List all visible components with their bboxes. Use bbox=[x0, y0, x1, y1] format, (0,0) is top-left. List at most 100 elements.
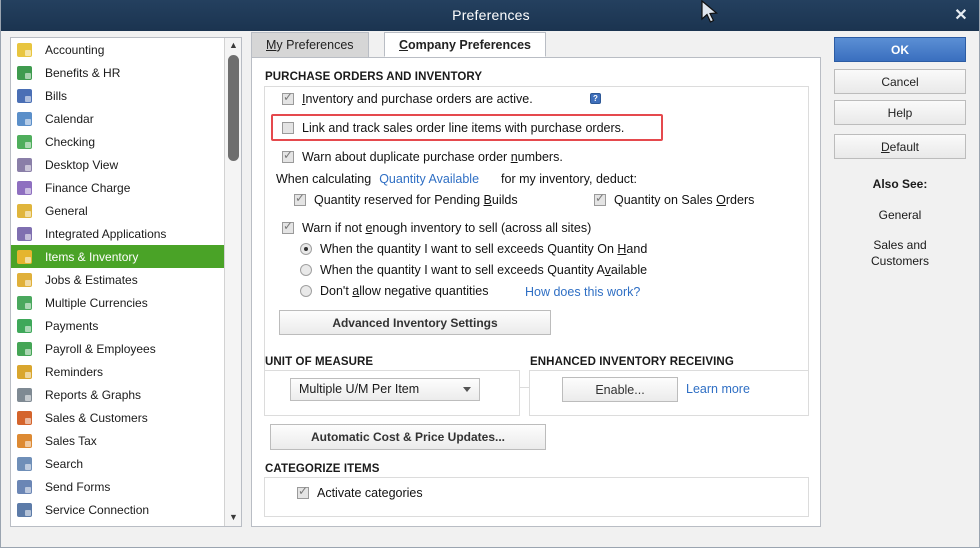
link-track-checkbox[interactable] bbox=[282, 122, 294, 134]
sidebar-item-label: Integrated Applications bbox=[45, 227, 166, 241]
sidebar-item-search[interactable]: Search bbox=[11, 452, 225, 475]
radio-no-negative[interactable] bbox=[300, 285, 312, 297]
advanced-inventory-settings-button[interactable]: Advanced Inventory Settings bbox=[279, 310, 551, 335]
sidebar-item-reminders[interactable]: Reminders bbox=[11, 360, 225, 383]
sidebar-item-label: Send Forms bbox=[45, 480, 110, 494]
default-button[interactable]: Default bbox=[834, 134, 966, 159]
link-track-row[interactable]: Link and track sales order line items wi… bbox=[282, 121, 624, 135]
also-see-link-sales-and[interactable]: Sales and bbox=[834, 238, 966, 252]
also-see-link-customers[interactable]: Customers bbox=[834, 254, 966, 268]
sidebar-item-general[interactable]: General bbox=[11, 199, 225, 222]
sidebar-item-benefits-hr[interactable]: Benefits & HR bbox=[11, 61, 225, 84]
help-button[interactable]: Help bbox=[834, 100, 966, 125]
scroll-up-icon[interactable]: ▲ bbox=[227, 39, 240, 52]
calendar-icon bbox=[17, 112, 32, 126]
sidebar-item-reports-graphs[interactable]: Reports & Graphs bbox=[11, 383, 225, 406]
automatic-cost-price-updates-button[interactable]: Automatic Cost & Price Updates... bbox=[270, 424, 546, 450]
purchase-orders-heading: PURCHASE ORDERS AND INVENTORY bbox=[265, 71, 482, 83]
tab-company-preferences[interactable]: Company Preferences bbox=[384, 32, 546, 57]
bills-icon bbox=[17, 89, 32, 103]
sidebar-item-integrated-applications[interactable]: Integrated Applications bbox=[11, 222, 225, 245]
inventory-active-row[interactable]: Inventory and purchase orders are active… bbox=[282, 92, 533, 106]
preferences-sidebar: Accounting Benefits & HR Bills Calendar Chec… bbox=[10, 37, 242, 527]
qty-pending-builds-row[interactable]: Quantity reserved for Pending Builds bbox=[294, 193, 518, 207]
tab-company-preferences-label: ompany Preferences bbox=[408, 38, 531, 52]
warn-duplicate-checkbox[interactable] bbox=[282, 151, 294, 163]
quantity-available-link[interactable]: Quantity Available bbox=[379, 172, 479, 186]
sales-tax-icon bbox=[17, 434, 32, 448]
activate-categories-checkbox[interactable] bbox=[297, 487, 309, 499]
sidebar-item-multiple-currencies[interactable]: Multiple Currencies bbox=[11, 291, 225, 314]
sidebar-scrollbar[interactable]: ▲ ▼ bbox=[224, 38, 241, 526]
tab-my-preferences[interactable]: My Preferences bbox=[251, 32, 369, 57]
mouse-cursor-icon bbox=[701, 0, 719, 26]
sidebar-item-label: Reports & Graphs bbox=[45, 388, 141, 402]
sidebar-item-bills[interactable]: Bills bbox=[11, 84, 225, 107]
ok-button[interactable]: OK bbox=[834, 37, 966, 62]
multiple-currencies-icon bbox=[17, 296, 32, 310]
sidebar-item-calendar[interactable]: Calendar bbox=[11, 107, 225, 130]
window-title: Preferences bbox=[1, 7, 980, 23]
sidebar-item-label: Calendar bbox=[45, 112, 94, 126]
inventory-active-checkbox[interactable] bbox=[282, 93, 294, 105]
sidebar-item-label: Payments bbox=[45, 319, 98, 333]
sidebar-item-label: Sales Tax bbox=[45, 434, 97, 448]
radio-on-hand-label: When the quantity I want to sell exceeds… bbox=[320, 242, 647, 256]
sidebar-item-send-forms[interactable]: Send Forms bbox=[11, 475, 225, 498]
warn-not-enough-row[interactable]: Warn if not enough inventory to sell (ac… bbox=[282, 221, 591, 235]
checking-icon bbox=[17, 135, 32, 149]
sidebar-item-payroll-employees[interactable]: Payroll & Employees bbox=[11, 337, 225, 360]
preferences-window: Preferences ✕ Accounting Benefits & HR Bil… bbox=[0, 0, 980, 548]
sidebar-item-sales-customers[interactable]: Sales & Customers bbox=[11, 406, 225, 429]
sidebar-item-label: Accounting bbox=[45, 43, 104, 57]
sidebar-item-label: Service Connection bbox=[45, 503, 149, 517]
sidebar-item-label: General bbox=[45, 204, 88, 218]
cancel-button[interactable]: Cancel bbox=[834, 69, 966, 94]
sales-customers-icon bbox=[17, 411, 32, 425]
company-preferences-panel: PURCHASE ORDERS AND INVENTORY Inventory … bbox=[251, 57, 821, 527]
warn-not-enough-checkbox[interactable] bbox=[282, 222, 294, 234]
payroll-employees-icon bbox=[17, 342, 32, 356]
radio-available[interactable] bbox=[300, 264, 312, 276]
qty-pending-builds-checkbox[interactable] bbox=[294, 194, 306, 206]
radio-no-negative-label: Don't allow negative quantities bbox=[320, 284, 488, 298]
sidebar-item-checking[interactable]: Checking bbox=[11, 130, 225, 153]
sidebar-item-label: Sales & Customers bbox=[45, 411, 148, 425]
unit-of-measure-select[interactable]: Multiple U/M Per Item bbox=[290, 378, 480, 401]
learn-more-link[interactable]: Learn more bbox=[686, 382, 750, 396]
warn-duplicate-row[interactable]: Warn about duplicate purchase order numb… bbox=[282, 150, 563, 164]
send-forms-icon bbox=[17, 480, 32, 494]
qty-sales-orders-checkbox[interactable] bbox=[594, 194, 606, 206]
sidebar-list[interactable]: Accounting Benefits & HR Bills Calendar Chec… bbox=[11, 38, 225, 526]
qty-sales-orders-label: Quantity on Sales Orders bbox=[614, 193, 754, 207]
when-calculating-post: for my inventory, deduct: bbox=[501, 172, 637, 186]
radio-available-row[interactable]: When the quantity I want to sell exceeds… bbox=[300, 263, 647, 277]
sidebar-item-label: Checking bbox=[45, 135, 95, 149]
desktop-view-icon bbox=[17, 158, 32, 172]
help-icon[interactable]: ? bbox=[590, 93, 601, 104]
activate-categories-row[interactable]: Activate categories bbox=[297, 486, 423, 500]
warn-duplicate-label: Warn about duplicate purchase order numb… bbox=[302, 150, 563, 164]
sidebar-item-finance-charge[interactable]: Finance Charge bbox=[11, 176, 225, 199]
scroll-down-icon[interactable]: ▼ bbox=[227, 511, 240, 524]
sidebar-item-service-connection[interactable]: Service Connection bbox=[11, 498, 225, 521]
tab-my-preferences-accel: M bbox=[266, 38, 276, 52]
qty-sales-orders-row[interactable]: Quantity on Sales Orders bbox=[594, 193, 754, 207]
accounting-icon bbox=[17, 43, 32, 57]
radio-on-hand[interactable] bbox=[300, 243, 312, 255]
enable-button[interactable]: Enable... bbox=[562, 377, 678, 402]
how-does-this-work-link[interactable]: How does this work? bbox=[525, 285, 640, 299]
also-see-link-general[interactable]: General bbox=[834, 208, 966, 222]
sidebar-item-desktop-view[interactable]: Desktop View bbox=[11, 153, 225, 176]
sidebar-item-items-inventory[interactable]: Items & Inventory bbox=[11, 245, 225, 268]
sidebar-item-label: Bills bbox=[45, 89, 67, 103]
sidebar-item-jobs-estimates[interactable]: Jobs & Estimates bbox=[11, 268, 225, 291]
sidebar-item-sales-tax[interactable]: Sales Tax bbox=[11, 429, 225, 452]
radio-no-negative-row[interactable]: Don't allow negative quantities bbox=[300, 284, 488, 298]
sidebar-item-accounting[interactable]: Accounting bbox=[11, 38, 225, 61]
radio-on-hand-row[interactable]: When the quantity I want to sell exceeds… bbox=[300, 242, 647, 256]
scrollbar-thumb[interactable] bbox=[228, 55, 239, 161]
close-icon[interactable]: ✕ bbox=[951, 6, 971, 26]
when-calculating-pre: When calculating bbox=[276, 172, 371, 186]
sidebar-item-payments[interactable]: Payments bbox=[11, 314, 225, 337]
